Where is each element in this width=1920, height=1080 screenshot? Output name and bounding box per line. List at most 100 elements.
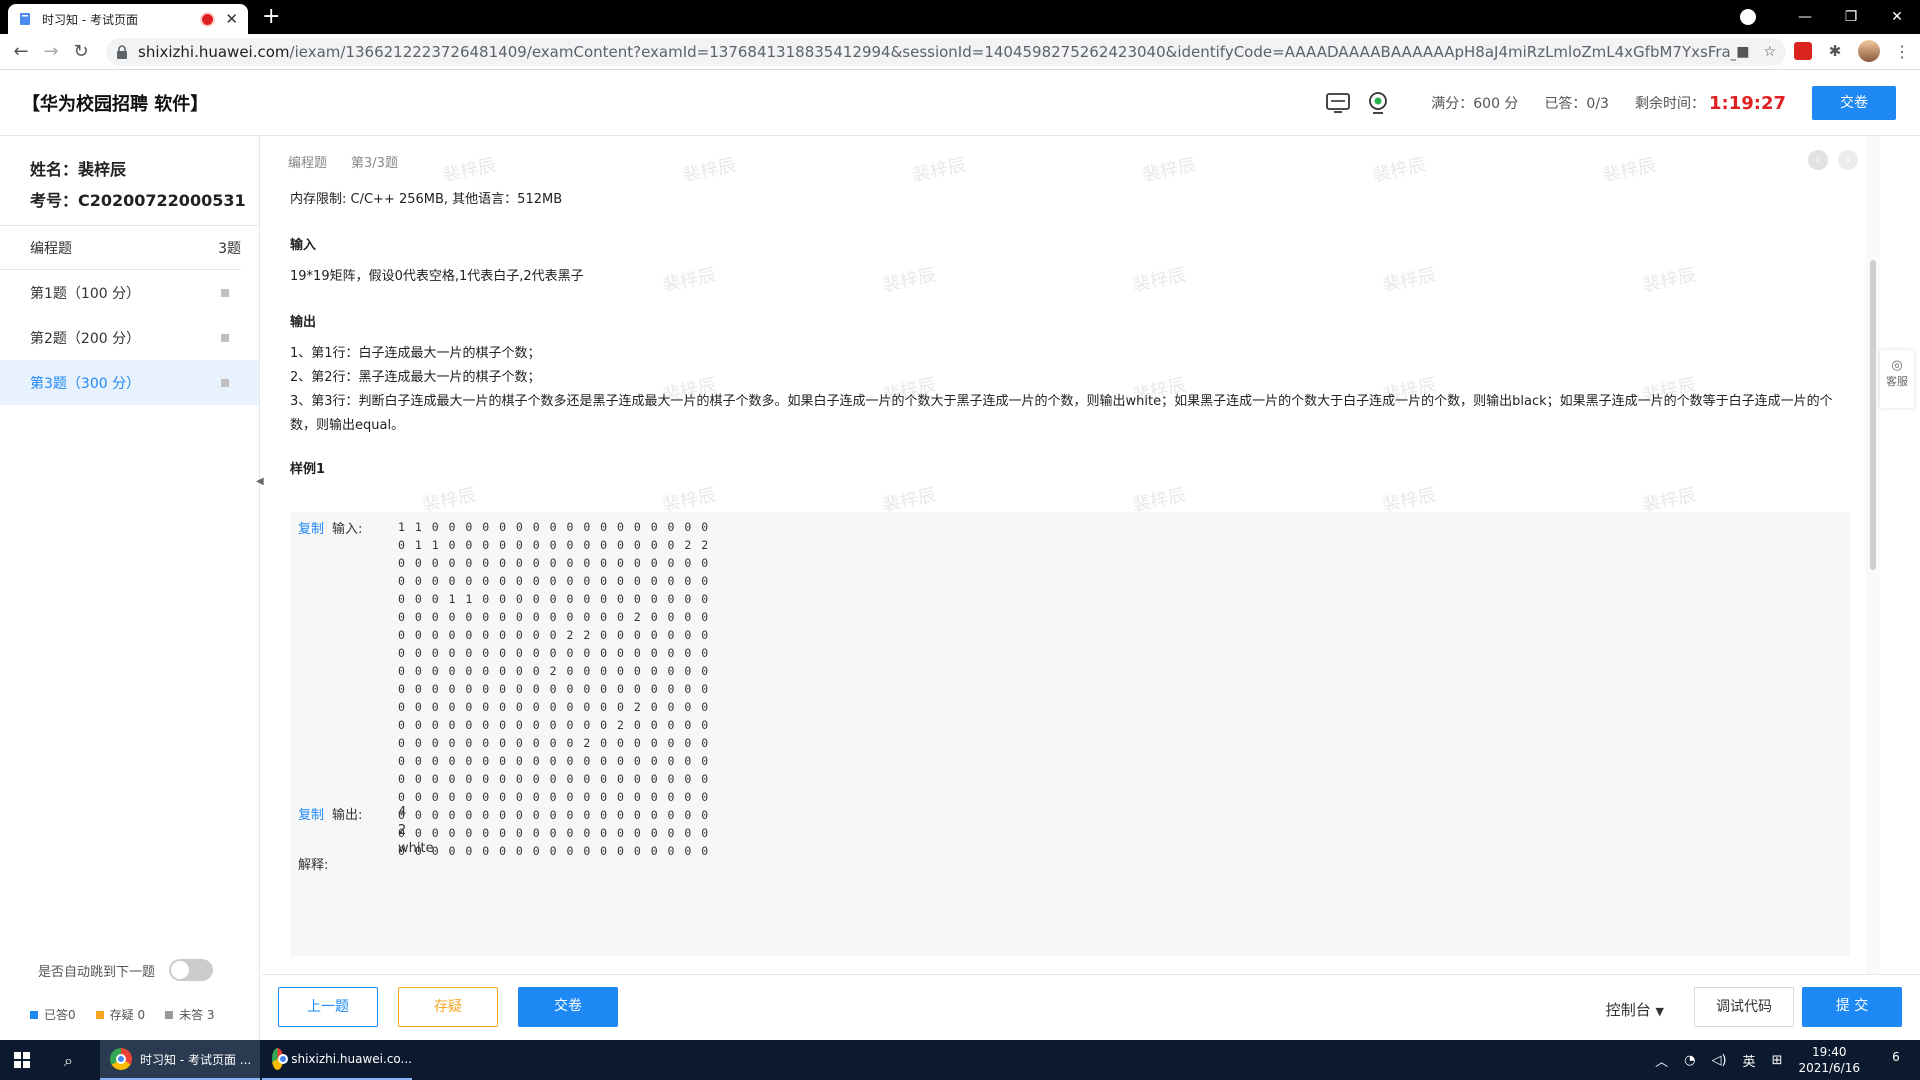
chevron-up-icon[interactable]: ︿: [1655, 1051, 1668, 1070]
matrix-row: 0 0 0 0 0 0 0 0 0 0 0 0 0 0 0 0 0 0 0: [398, 646, 710, 660]
prev-question-button[interactable]: 上一题: [278, 987, 378, 1027]
address-bar[interactable]: shixizhi.huawei.com/iexam/13662122237264…: [106, 38, 1786, 66]
monitor-icon[interactable]: [1325, 91, 1351, 115]
customer-service-label: 客服: [1886, 375, 1908, 388]
matrix-row: 0 0 0 0 0 0 0 0 0 0 0 0 0 0 0 0 0 0 0: [398, 556, 710, 570]
question-panel: 裴梓辰 裴梓辰 裴梓辰 裴梓辰 裴梓辰 裴梓辰 裴梓辰 裴梓辰 裴梓辰 裴梓辰 裴梓辰 裴梓辰 裴梓辰裴…: [262, 136, 1882, 974]
extensions-puzzle-icon[interactable]: ✱: [1826, 42, 1844, 60]
close-window-icon[interactable]: ✕: [1874, 9, 1920, 25]
webcam-icon[interactable]: [1365, 91, 1391, 115]
tab-title: 时习知 - 考试页面: [42, 12, 138, 27]
book-icon: [20, 13, 30, 25]
more-menu-icon[interactable]: ⋮: [1894, 42, 1910, 61]
matrix-row: 0 0 0 0 0 0 0 0 0 0 0 0 0 0 0 0 0 0 0: [398, 844, 710, 858]
windows-start-icon[interactable]: [14, 1052, 30, 1068]
watermark: 裴梓辰: [440, 154, 498, 187]
browser-toolbar: ← → ↻ shixizhi.huawei.com/iexam/13662122…: [0, 34, 1920, 70]
ime-indicator[interactable]: 英: [1743, 1051, 1756, 1070]
notification-center-icon[interactable]: 6: [1886, 1050, 1906, 1070]
exam-header: 【华为校园招聘 软件】 满分：600 分 已答：0/3 剩余时间： 1:19:2…: [0, 70, 1920, 136]
matrix-row: 0 0 0 0 0 0 0 0 0 0 0 0 0 2 0 0 0 0 0: [398, 718, 710, 732]
close-tab-icon[interactable]: ✕: [225, 10, 238, 28]
output-line: 2、第2行：黑子连成最大一片的棋子个数；: [290, 370, 541, 385]
crumb-type: 编程题: [288, 156, 328, 171]
console-dropdown[interactable]: 控制台 ▼: [1606, 999, 1664, 1020]
pdf-extension-icon[interactable]: [1794, 42, 1812, 60]
answered-count: 已答：0/3: [1544, 96, 1609, 112]
scrollbar-thumb[interactable]: [1870, 260, 1876, 570]
taskbar-app-chrome-2[interactable]: shixizhi.huawei.co...: [262, 1040, 412, 1080]
taskbar-clock[interactable]: 19:40 2021/6/16: [1798, 1044, 1860, 1076]
student-info: 姓名：裴梓辰 考号：C20200722000531: [0, 136, 259, 226]
clock-time: 19:40: [1811, 1045, 1847, 1059]
watermark: 裴梓辰: [1370, 154, 1428, 187]
matrix-row: 0 0 0 0 0 0 0 0 0 0 0 0 0 0 2 0 0 0 0: [398, 610, 710, 624]
crumb-index: 第3/3题: [351, 156, 398, 171]
student-name: 姓名：裴梓辰: [30, 160, 127, 179]
matrix-row: 0 0 0 0 0 0 0 0 0 0 0 0 0 0 0 0 0 0 0: [398, 682, 710, 696]
customer-service-button[interactable]: ◎ 客服: [1880, 350, 1914, 408]
hand-in-button[interactable]: 交卷: [518, 987, 618, 1027]
search-icon[interactable]: ⌕: [64, 1051, 73, 1071]
taskbar-app-chrome-1[interactable]: 时习知 - 考试页面 ...: [100, 1040, 260, 1080]
next-question-arrow-icon[interactable]: ›: [1838, 150, 1858, 170]
taskbar-app-label: 时习知 - 考试页面 ...: [140, 1052, 252, 1067]
caret-down-icon: ▼: [1655, 1005, 1664, 1018]
camera-icon[interactable]: ■: [1736, 44, 1749, 60]
sample-heading: 样例1: [290, 462, 326, 477]
notification-count: 6: [1892, 1050, 1900, 1064]
auto-jump-toggle[interactable]: [169, 959, 214, 981]
restore-icon[interactable]: ❐: [1828, 9, 1874, 25]
new-tab-icon[interactable]: +: [262, 4, 280, 29]
url-path: /iexam/1366212223726481409/examContent?e…: [289, 43, 1737, 61]
back-icon[interactable]: ←: [6, 41, 36, 62]
matrix-row: 0 0 0 0 0 0 0 0 0 0 0 0 0 0 0 0 0 0 0: [398, 772, 710, 786]
matrix-row: 0 0 0 0 0 0 0 0 0 0 0 0 0 0 0 0 0 0 0: [398, 826, 710, 840]
forward-icon[interactable]: →: [36, 41, 66, 62]
matrix-row: 0 0 0 1 1 0 0 0 0 0 0 0 0 0 0 0 0 0 0: [398, 592, 710, 606]
status-square-icon: [221, 333, 229, 342]
content-scrollbar[interactable]: [1866, 136, 1880, 974]
output-line: 1、第1行：白子连成最大一片的棋子个数；: [290, 346, 541, 361]
download-indicator-icon[interactable]: [1740, 9, 1756, 25]
submit-code-button[interactable]: 提 交: [1802, 987, 1902, 1027]
network-icon[interactable]: ◔: [1684, 1053, 1695, 1068]
bookmark-star-icon[interactable]: ☆: [1763, 44, 1776, 60]
output-heading: 输出: [290, 315, 317, 330]
question-group-count: 3题: [218, 240, 241, 257]
memory-limit: 内存限制: C/C++ 256MB, 其他语言：512MB: [290, 192, 563, 207]
sidebar-item-question-1[interactable]: 第1题（100 分）: [0, 270, 259, 315]
browser-tab-active[interactable]: 时习知 - 考试页面 ✕: [8, 4, 248, 34]
sidebar-item-question-2[interactable]: 第2题（200 分）: [0, 315, 259, 360]
sample-output-line: 2: [398, 823, 407, 838]
header-submit-button[interactable]: 交卷: [1812, 86, 1896, 120]
clock-date: 2021/6/16: [1798, 1061, 1860, 1075]
reload-icon[interactable]: ↻: [66, 41, 96, 62]
question-group-header[interactable]: 编程题 3题: [0, 226, 241, 270]
bottom-action-bar: 上一题 存疑 交卷 控制台 ▼ 调试代码 提 交: [262, 974, 1920, 1040]
sample-box: 复制 输入: 1 1 0 0 0 0 0 0 0 0 0 0 0 0 0 0 0…: [290, 512, 1850, 956]
countdown-timer: 1:19:27: [1708, 92, 1786, 114]
matrix-row: 0 0 0 0 0 0 0 0 0 0 0 0 0 0 0 0 0 0 0: [398, 790, 710, 804]
auto-jump-label: 是否自动跳到下一题: [38, 964, 156, 980]
sidebar-item-question-3[interactable]: 第3题（300 分）: [0, 360, 259, 405]
volume-icon[interactable]: ◁): [1711, 1053, 1726, 1068]
profile-avatar[interactable]: [1858, 40, 1880, 62]
prev-question-arrow-icon[interactable]: ‹: [1808, 150, 1828, 170]
status-square-icon: [221, 288, 229, 297]
matrix-row: 0 0 0 0 0 0 0 0 0 0 0 0 0 0 0 0 0 0 0: [398, 808, 710, 822]
matrix-row: 0 0 0 0 0 0 0 0 0 0 0 0 0 0 0 0 0 0 0: [398, 574, 710, 588]
keyboard-grid-icon[interactable]: ⊞: [1772, 1053, 1783, 1068]
headset-icon: ◎: [1891, 358, 1903, 373]
sample-output-row: 复制 输出: 4 2 white: [298, 804, 434, 858]
mark-doubt-button[interactable]: 存疑: [398, 987, 498, 1027]
url-text: shixizhi.huawei.com/iexam/13662122237264…: [138, 43, 1736, 61]
matrix-row: 0 0 0 0 0 0 0 0 0 0 0 2 0 0 0 0 0 0 0: [398, 736, 710, 750]
minimize-icon[interactable]: —: [1782, 9, 1828, 25]
matrix-row: 0 0 0 0 0 0 0 0 0 0 0 0 0 0 0 0 0 0 0: [398, 754, 710, 768]
window-controls: — ❐ ✕: [1740, 0, 1920, 34]
unanswered-square-icon: [165, 1011, 174, 1019]
debug-code-button[interactable]: 调试代码: [1694, 987, 1794, 1027]
copy-output-link[interactable]: 复制: [298, 804, 332, 858]
question-sidebar: 姓名：裴梓辰 考号：C20200722000531 编程题 3题 第1题（100…: [0, 136, 260, 1040]
